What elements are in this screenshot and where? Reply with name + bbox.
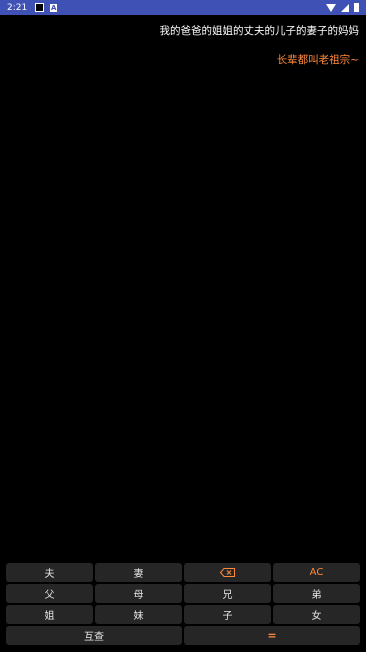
key-son[interactable]: 子	[184, 605, 271, 624]
notification-square-icon	[35, 3, 45, 12]
key-elder-brother[interactable]: 兄	[184, 584, 271, 603]
mutual-lookup-button[interactable]: 互查	[6, 626, 182, 645]
status-bar: 2:21 A	[0, 0, 366, 15]
equals-button[interactable]: =	[184, 626, 360, 645]
clear-button[interactable]: AC	[273, 563, 360, 582]
key-daughter[interactable]: 女	[273, 605, 360, 624]
key-wife[interactable]: 妻	[95, 563, 182, 582]
key-father[interactable]: 父	[6, 584, 93, 603]
signal-icon	[341, 3, 349, 12]
wifi-icon	[326, 3, 336, 12]
key-mother[interactable]: 母	[95, 584, 182, 603]
key-younger-sister[interactable]: 妹	[95, 605, 182, 624]
key-elder-sister[interactable]: 姐	[6, 605, 93, 624]
key-husband[interactable]: 夫	[6, 563, 93, 582]
backspace-button[interactable]	[184, 563, 271, 582]
app-a-icon: A	[50, 3, 58, 12]
battery-icon	[354, 3, 359, 12]
status-time: 2:21	[7, 2, 28, 13]
key-younger-brother[interactable]: 弟	[273, 584, 360, 603]
backspace-icon	[220, 568, 235, 577]
keypad: 夫 妻 AC 父 母 兄 弟 姐 妹 子 女 互查 =	[6, 563, 360, 645]
result-display: 长辈都叫老祖宗~	[276, 54, 359, 66]
expression-display: 我的爸爸的姐姐的丈夫的儿子的妻子的妈妈	[159, 25, 360, 37]
